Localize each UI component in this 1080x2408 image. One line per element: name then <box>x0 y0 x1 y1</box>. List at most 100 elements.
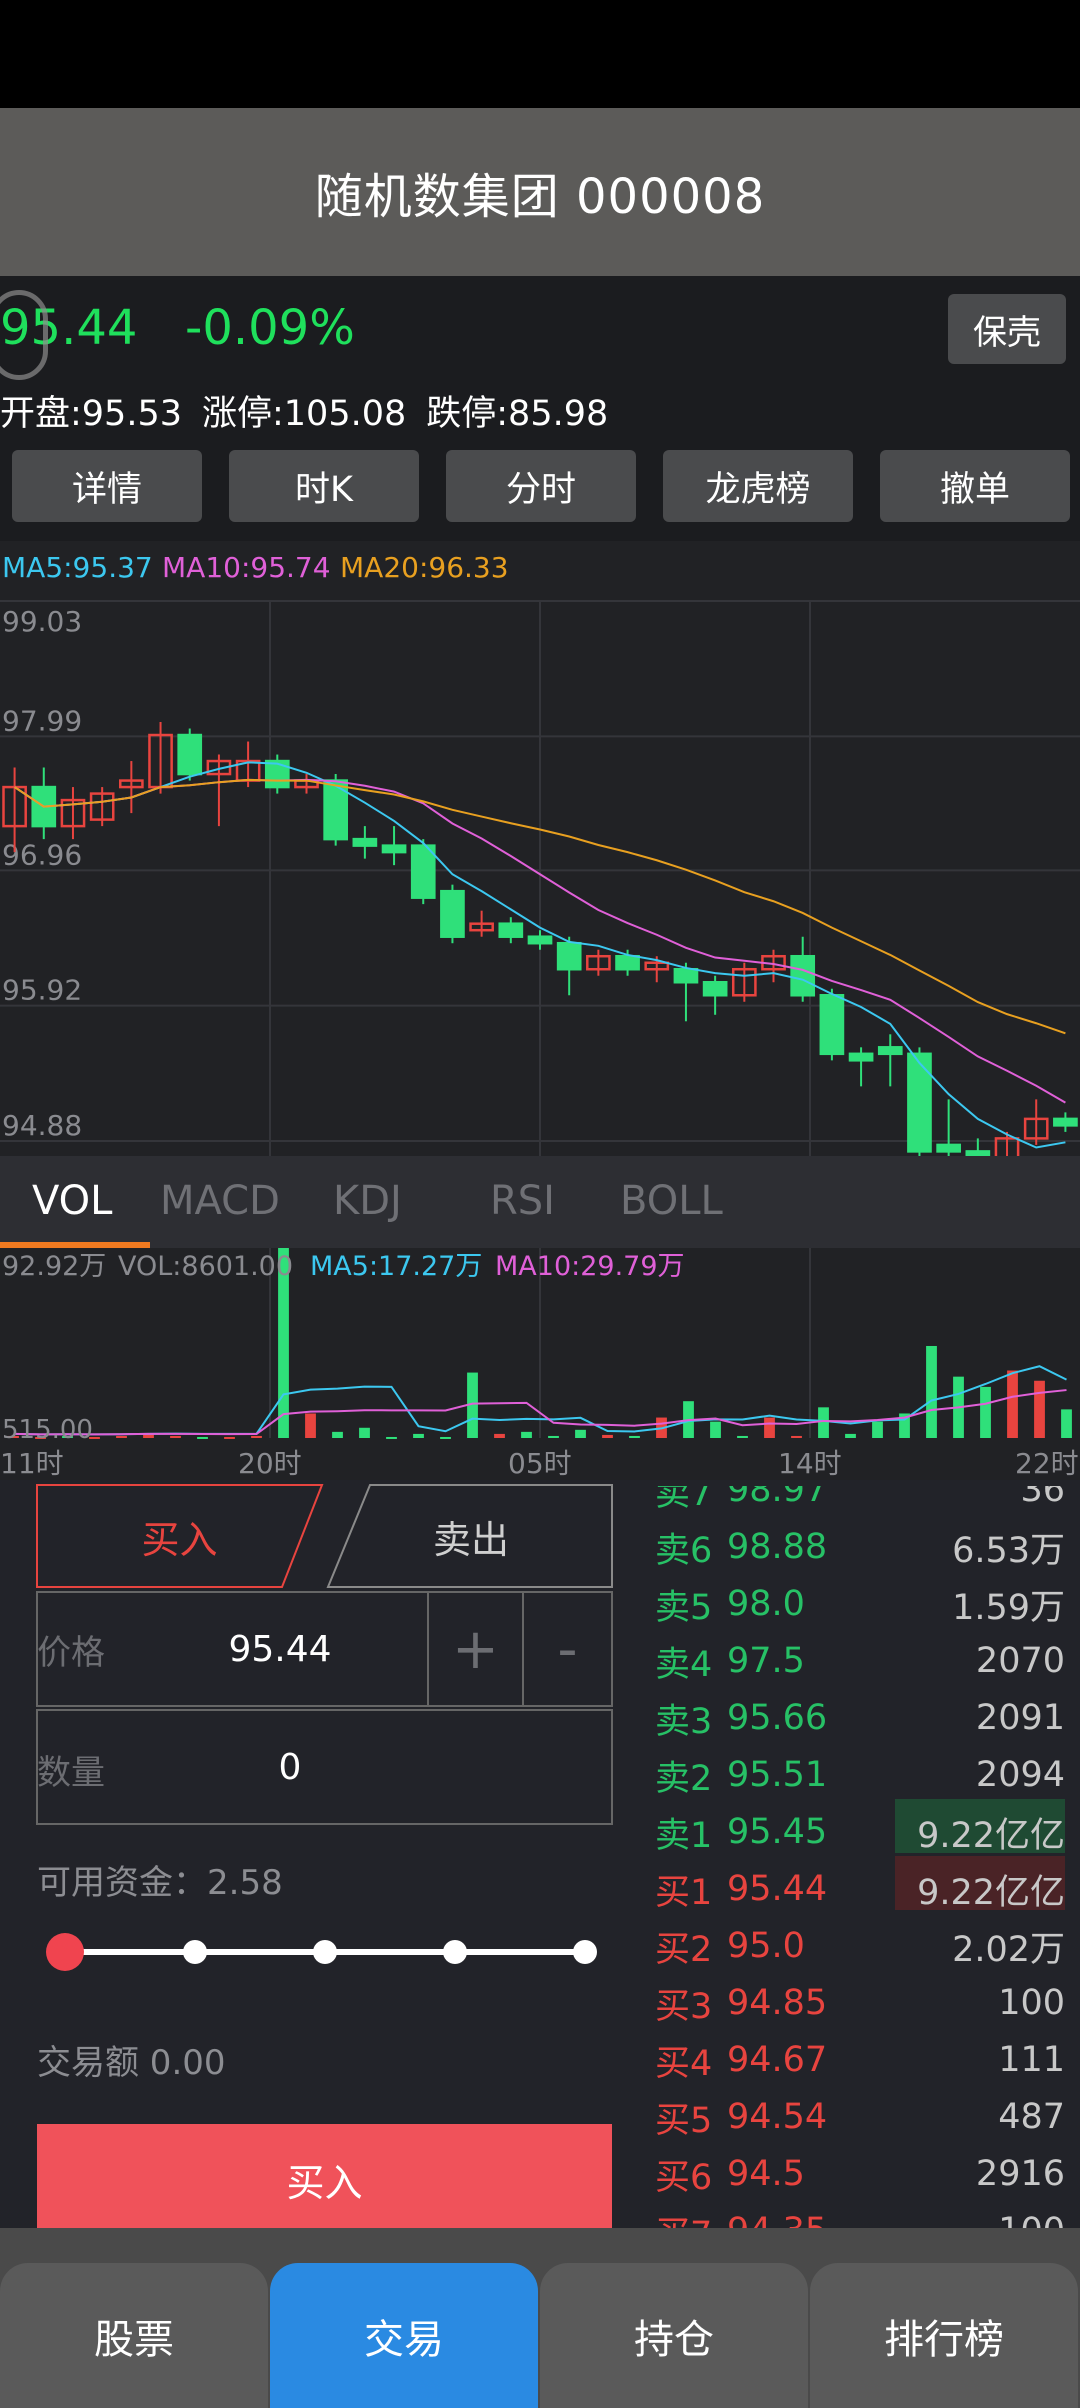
candle <box>556 941 582 971</box>
nav-holdings[interactable]: 持仓 <box>540 2263 808 2408</box>
tab-cancel-order[interactable]: 撤单 <box>880 450 1070 522</box>
bid-volume: 9.22亿亿 <box>917 1872 1065 1913</box>
vol-value-label: VOL:8601.00 <box>118 1251 293 1282</box>
sell-tab[interactable]: 卖出 <box>330 1485 612 1587</box>
limit-up: 涨停:105.08 <box>202 394 407 434</box>
bid-row[interactable]: 买2 95.0 2.02万 <box>655 1918 1065 1974</box>
candle <box>1053 1117 1078 1127</box>
ask-price: 97.5 <box>727 1641 805 1681</box>
price-minus-button[interactable]: - <box>523 1592 612 1706</box>
candle <box>410 844 436 899</box>
candle <box>615 954 640 971</box>
vol-ma10-label: MA10:29.79万 <box>495 1251 685 1282</box>
bid-volume: 487 <box>998 2097 1065 2137</box>
volume-bar <box>305 1413 316 1438</box>
volume-bar <box>251 1435 262 1438</box>
bid-level-label: 买2 <box>655 1929 713 1970</box>
change-percent: -0.09% <box>185 300 355 356</box>
tab-boll[interactable]: BOLL <box>620 1178 723 1224</box>
bid-price: 95.44 <box>727 1869 828 1909</box>
ask-volume: 2094 <box>975 1755 1065 1795</box>
ask-price: 95.66 <box>727 1698 828 1738</box>
ask-row[interactable]: 卖3 95.66 2091 <box>655 1690 1065 1746</box>
candle <box>264 759 290 789</box>
bid-row[interactable]: 买1 95.44 9.22亿亿 <box>655 1861 1065 1917</box>
volume-bar <box>386 1436 397 1439</box>
volume-bar <box>818 1407 829 1438</box>
y-tick-label: 95.92 <box>2 974 82 1007</box>
ask-price: 95.45 <box>727 1812 828 1852</box>
ask-row[interactable]: 卖1 95.45 9.22亿亿 <box>655 1804 1065 1860</box>
tab-vol[interactable]: VOL <box>32 1178 112 1224</box>
detail-tabs: 详情 时K 分时 龙虎榜 撤单 <box>12 450 1070 522</box>
bid-level-label: 买3 <box>655 1986 713 2027</box>
tab-rsi[interactable]: RSI <box>490 1178 555 1224</box>
volume-bar <box>575 1429 586 1438</box>
quantity-slider[interactable] <box>15 1930 615 1974</box>
price-input[interactable]: 95.44 <box>160 1592 400 1706</box>
ask-volume: 6.53万 <box>952 1530 1065 1571</box>
ask-row[interactable]: 卖5 98.0 1.59万 <box>655 1576 1065 1632</box>
status-bar <box>0 0 1080 108</box>
ma20-legend: MA20:96.33 <box>340 551 509 584</box>
tab-intraday[interactable]: 分时 <box>446 450 636 522</box>
ask-level-label: 卖3 <box>655 1701 713 1742</box>
y-tick-label: 97.99 <box>2 704 82 737</box>
volume-bar <box>440 1436 451 1439</box>
ask-row[interactable]: 卖6 98.88 6.53万 <box>655 1519 1065 1575</box>
price-plus-button[interactable]: + <box>428 1592 523 1706</box>
bid-row[interactable]: 买3 94.85 100 <box>655 1975 1065 2031</box>
y-tick-label: 99.03 <box>2 605 82 638</box>
ask-row[interactable]: 卖4 97.5 2070 <box>655 1633 1065 1689</box>
volume-chart[interactable]: 92.92万 VOL:8601.00 MA5:17.27万 MA10:29.79… <box>0 1248 1080 1480</box>
volume-bar <box>116 1435 127 1438</box>
bid-price: 94.54 <box>727 2097 828 2137</box>
buy-tab[interactable]: 买入 <box>37 1485 322 1587</box>
candle <box>819 994 845 1056</box>
x-tick-label: 05时 <box>508 1447 572 1480</box>
volume-bar <box>764 1417 775 1438</box>
bid-price: 94.5 <box>727 2154 805 2194</box>
tab-time-k[interactable]: 时K <box>229 450 419 522</box>
tab-kdj[interactable]: KDJ <box>333 1178 402 1224</box>
bid-price: 94.85 <box>727 1983 828 2023</box>
ask-volume: 2091 <box>975 1698 1065 1738</box>
volume-bar <box>710 1421 721 1438</box>
vol-min-label: 515.00 <box>2 1415 93 1445</box>
x-tick-label: 14时 <box>778 1447 842 1480</box>
candle <box>381 844 407 854</box>
bid-price: 95.0 <box>727 1926 805 1966</box>
ask-level-label: 卖5 <box>655 1587 713 1628</box>
volume-bar <box>494 1433 505 1438</box>
tab-macd[interactable]: MACD <box>160 1178 280 1224</box>
vol-max-label: 92.92万 <box>2 1251 106 1282</box>
price-label: 价格 <box>37 1633 105 1673</box>
nav-stocks[interactable]: 股票 <box>0 2263 268 2408</box>
bid-level-label: 买5 <box>655 2100 713 2141</box>
shell-button[interactable]: 保壳 <box>948 294 1066 364</box>
bid-row[interactable]: 买4 94.67 111 <box>655 2032 1065 2088</box>
volume-bar <box>872 1421 883 1438</box>
buy-submit-button[interactable]: 买入 <box>37 2124 612 2228</box>
bid-row[interactable]: 买6 94.5 2916 <box>655 2146 1065 2202</box>
refresh-icon[interactable] <box>0 290 48 380</box>
tab-details[interactable]: 详情 <box>12 450 202 522</box>
bid-level-label: 买1 <box>655 1872 713 1913</box>
bid-row[interactable]: 买5 94.54 487 <box>655 2089 1065 2145</box>
limit-down: 跌停:85.98 <box>426 394 609 434</box>
ask-volume: 1.59万 <box>952 1587 1065 1628</box>
candle <box>702 981 728 997</box>
quantity-input[interactable]: 0 <box>160 1710 420 1824</box>
volume-bar <box>926 1345 937 1438</box>
volume-bar <box>332 1431 343 1438</box>
price-limits: 开盘:95.53 涨停:105.08 跌停:85.98 <box>0 385 628 436</box>
ask-row[interactable]: 卖2 95.51 2094 <box>655 1747 1065 1803</box>
tab-dragon-tiger[interactable]: 龙虎榜 <box>663 450 853 522</box>
nav-trade[interactable]: 交易 <box>270 2263 538 2408</box>
bid-volume: 2.02万 <box>952 1929 1065 1970</box>
kline-chart[interactable]: 99.0397.9996.9695.9294.88 MA5:95.37 MA10… <box>0 541 1080 1156</box>
x-tick-label: 22时 <box>1015 1447 1079 1480</box>
candle <box>877 1046 903 1056</box>
available-funds: 可用资金：2.58 <box>37 1863 283 1903</box>
nav-ranking[interactable]: 排行榜 <box>810 2263 1078 2408</box>
